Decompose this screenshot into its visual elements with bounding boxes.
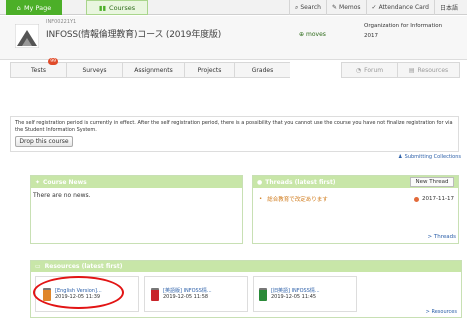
attendance-icon: ✓: [371, 4, 377, 11]
tab-my-page[interactable]: ⌂ My Page: [6, 0, 62, 15]
course-logo: [15, 24, 39, 48]
memo-icon: ✎: [331, 4, 338, 11]
highlight-circle: [33, 276, 124, 309]
thread-item[interactable]: • 総合教育で改定あります 2017-11-17: [259, 195, 454, 203]
top-nav: ⌕ Search ✎ Memos ✓ Attendance Card 日本語: [288, 0, 463, 15]
person-icon: ♟: [398, 154, 403, 160]
unread-indicator: [414, 196, 419, 202]
folder-icon: ▭: [35, 263, 41, 270]
tab-grades[interactable]: Grades: [234, 62, 290, 78]
bullet-icon: •: [259, 196, 263, 202]
search-icon: ⌕: [294, 3, 299, 11]
memos-button[interactable]: ✎ Memos: [325, 0, 366, 15]
course-title: INFOSS(情報倫理教育)コース (2019年度版): [46, 30, 222, 40]
language-button[interactable]: 日本語: [433, 0, 463, 15]
courses-icon: ▮▮: [98, 3, 107, 12]
moves-icon: ⊕: [299, 31, 305, 38]
resources-header: ▭ Resources (latest first): [31, 261, 461, 272]
resources-more-link[interactable]: > Resources: [426, 309, 457, 315]
tab-projects[interactable]: Projects: [184, 62, 234, 78]
tab-courses[interactable]: ▮▮ Courses: [86, 0, 148, 15]
document-icon: [151, 287, 159, 301]
registration-notice: The self registration period is currentl…: [10, 116, 459, 152]
attendance-card-button[interactable]: ✓ Attendance Card: [365, 0, 434, 15]
document-icon: [259, 287, 267, 301]
thread-title[interactable]: 総合教育で改定あります: [267, 195, 328, 203]
news-icon: ✦: [35, 178, 41, 186]
threads-panel: ● Threads (latest first) New Thread • 総合…: [252, 175, 459, 244]
resource-date: 2019-12-05 11:45: [271, 294, 317, 300]
resource-date: 2019-12-05 11:58: [163, 294, 209, 300]
threads-header: ● Threads (latest first) New Thread: [253, 176, 458, 188]
submitting-collections-link[interactable]: ♟ Submitting Collections: [398, 154, 461, 160]
new-thread-button[interactable]: New Thread: [410, 177, 454, 187]
thread-date: 2017-11-17: [422, 196, 454, 202]
top-bar: ⌂ My Page ▮▮ Courses ⌕ Search ✎ Memos ✓ …: [0, 0, 467, 15]
organization-info: Organization for Information 2017: [364, 23, 443, 39]
notice-text: The self registration period is currentl…: [15, 120, 453, 133]
resource-card[interactable]: [旧英語] INFOSS情... 2019-12-05 11:45: [259, 279, 320, 309]
tab-tests[interactable]: Tests 99: [10, 58, 66, 78]
forum-icon: ◔: [355, 66, 362, 74]
course-news-panel: ✦ Course News There are no news.: [30, 175, 243, 244]
news-empty-text: There are no news.: [33, 192, 91, 199]
moves-link[interactable]: ⊕ moves: [299, 31, 326, 38]
search-button[interactable]: ⌕ Search: [288, 0, 326, 15]
drop-course-button[interactable]: Drop this course: [15, 136, 73, 147]
tab-forum[interactable]: ◔ Forum: [341, 62, 397, 78]
tab-resources[interactable]: ▤ Resources: [397, 62, 460, 78]
tests-count-badge: 99: [48, 58, 58, 65]
home-icon: ⌂: [16, 3, 21, 12]
tab-surveys[interactable]: Surveys: [66, 62, 122, 78]
course-code: INF00221Y1: [46, 19, 77, 25]
resources-icon: ▤: [408, 66, 415, 74]
tab-assignments[interactable]: Assignments: [122, 62, 184, 78]
course-news-header: ✦ Course News: [31, 176, 242, 188]
resource-card[interactable]: [英語版] INFOSS情... 2019-12-05 11:58: [151, 279, 212, 309]
chat-bubble-icon: ●: [257, 178, 263, 186]
course-tabs: Tests 99 Surveys Assignments Projects Gr…: [10, 58, 460, 78]
threads-more-link[interactable]: > Threads: [428, 234, 456, 240]
